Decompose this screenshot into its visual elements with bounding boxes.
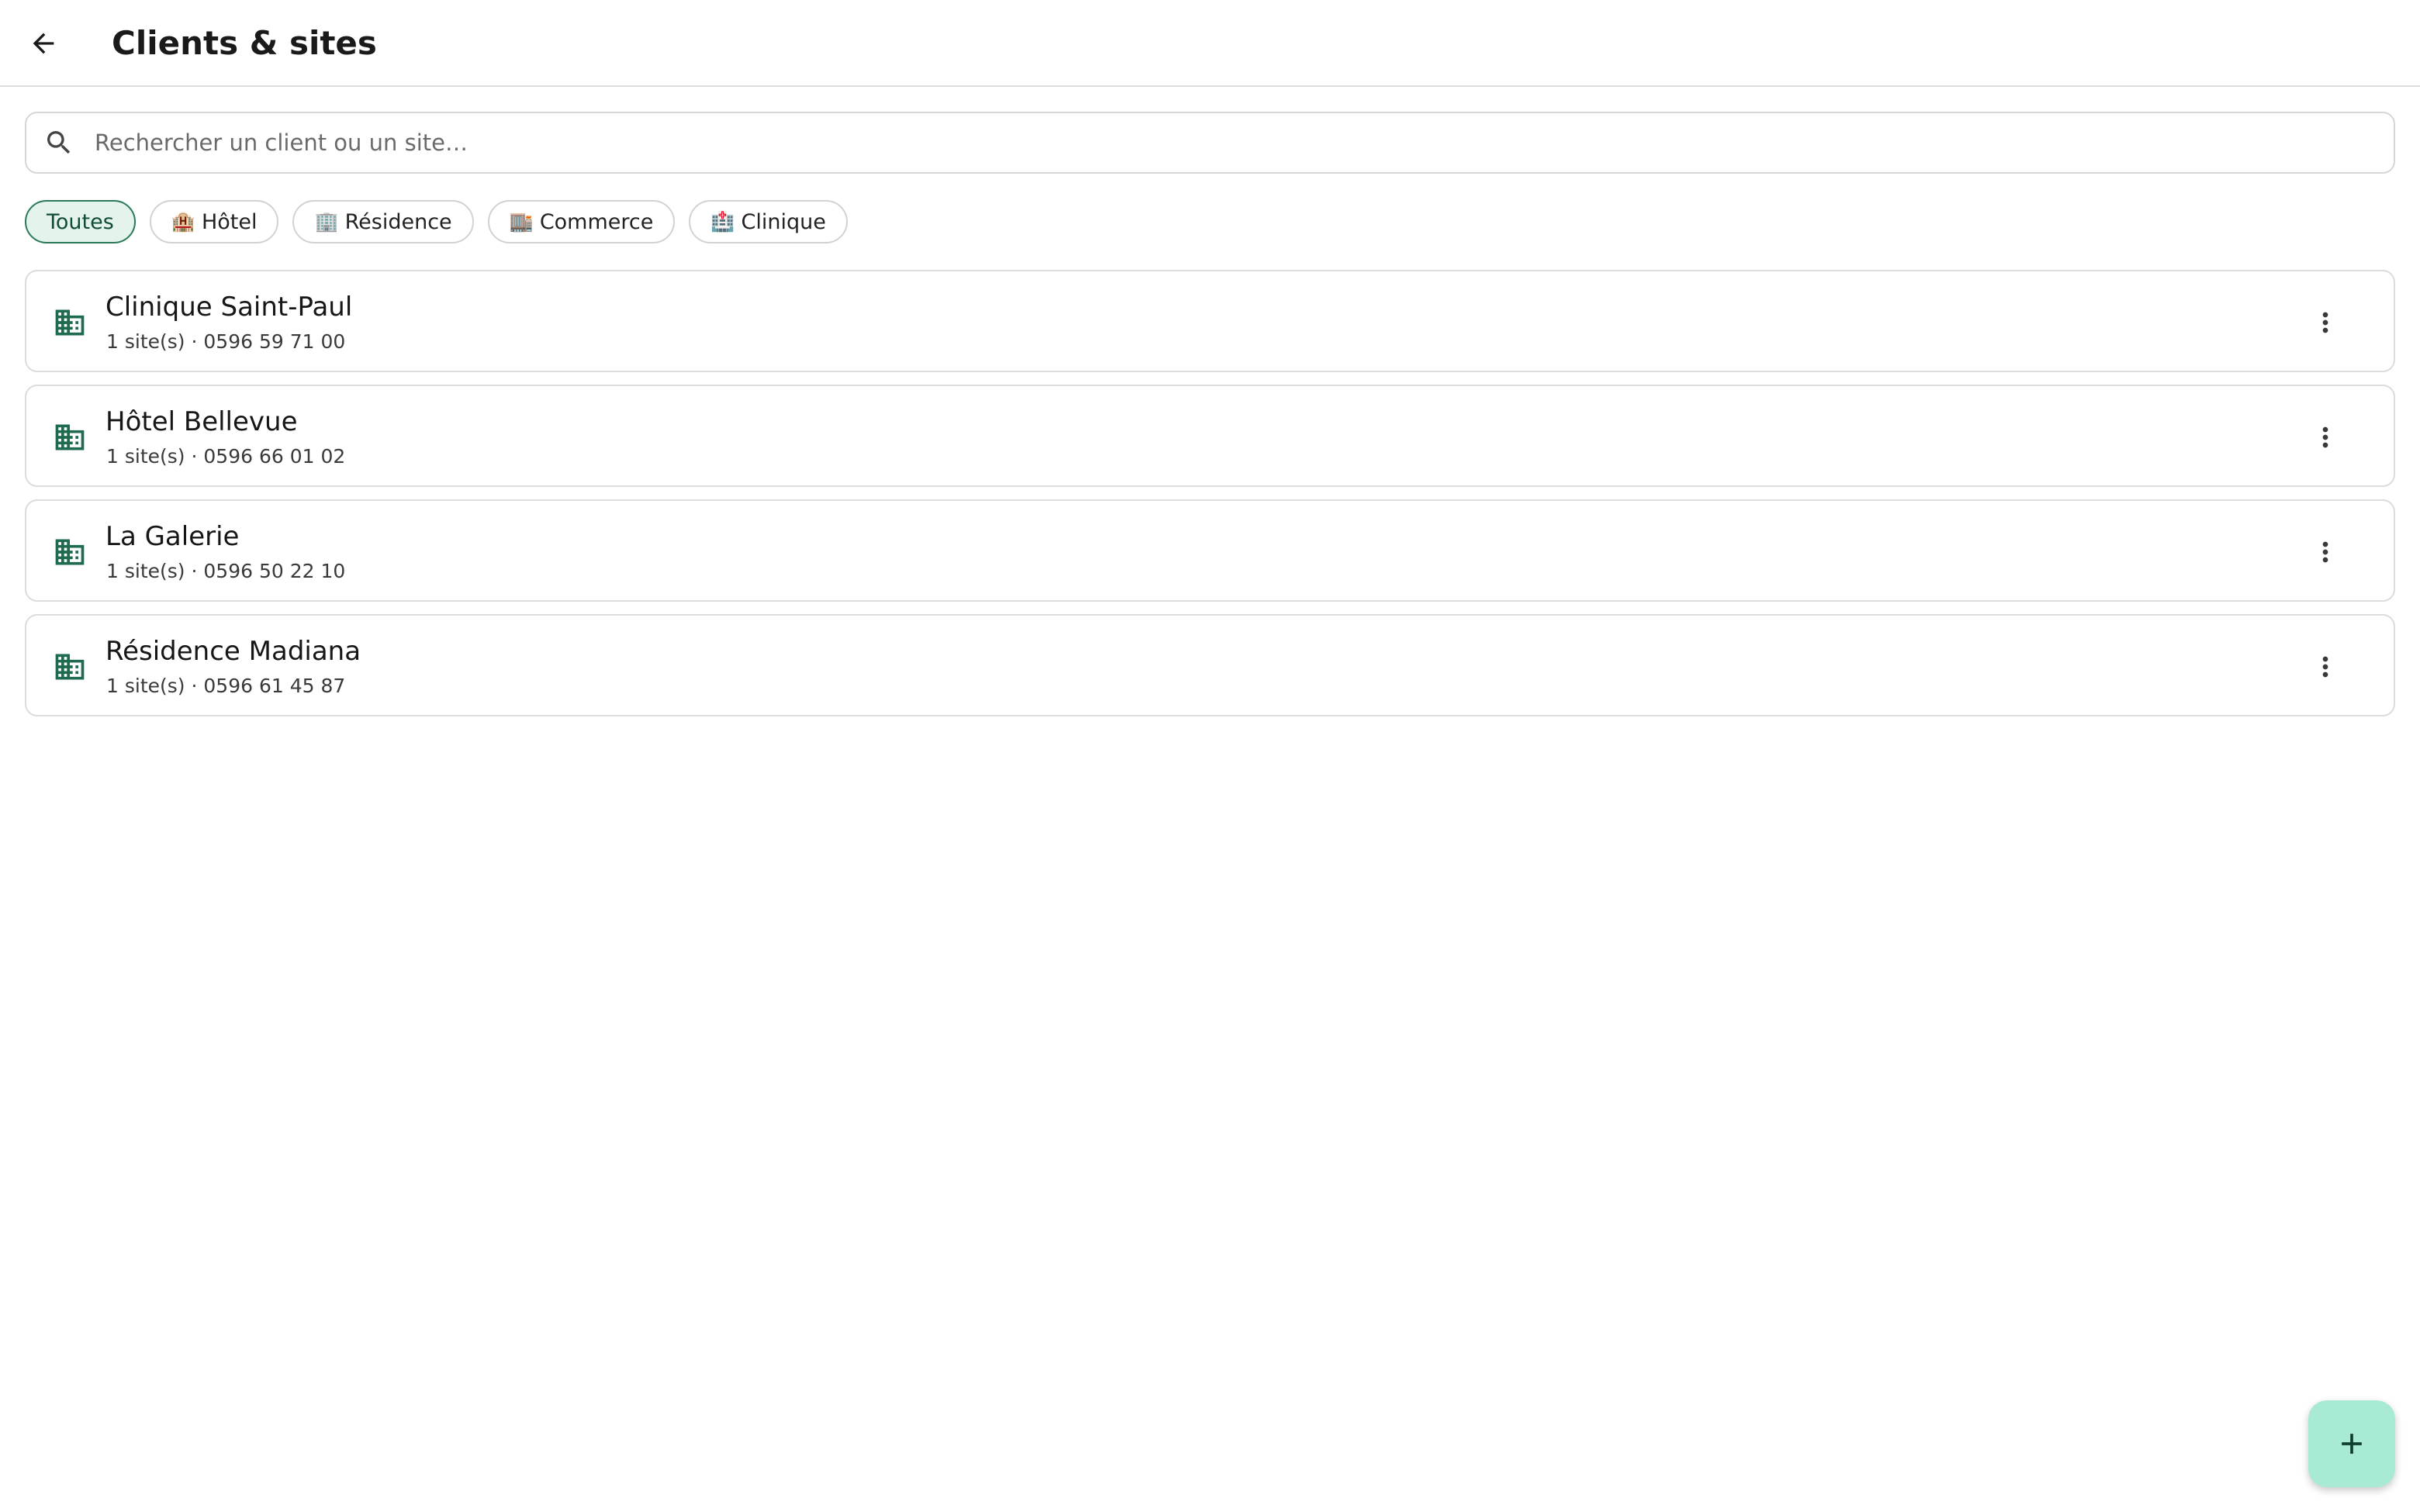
more-vert-icon (2322, 426, 2328, 448)
more-options-button[interactable] (2301, 413, 2350, 462)
business-building-icon (55, 654, 85, 680)
filter-chip-clinique[interactable]: 🏥 Clinique (689, 200, 848, 243)
search-input[interactable] (93, 121, 2373, 164)
filter-chip-hotel[interactable]: 🏨 Hôtel (149, 200, 279, 243)
search-icon (47, 131, 71, 154)
client-meta: 1 site(s) · 0596 66 01 02 (106, 445, 346, 468)
client-meta: 1 site(s) · 0596 61 45 87 (106, 675, 346, 697)
client-list: Clinique Saint-Paul 1 site(s) · 0596 59 … (25, 270, 2395, 729)
client-meta: 1 site(s) · 0596 50 22 10 (106, 560, 346, 582)
client-card[interactable]: La Galerie 1 site(s) · 0596 50 22 10 (25, 499, 2395, 602)
client-card[interactable]: Résidence Madiana 1 site(s) · 0596 61 45… (25, 614, 2395, 716)
add-client-button[interactable] (2308, 1400, 2395, 1487)
more-options-button[interactable] (2301, 642, 2350, 692)
client-name: Résidence Madiana (105, 636, 361, 667)
more-vert-icon (2322, 312, 2328, 333)
department-store-icon: 🏬 (509, 210, 534, 233)
search-box[interactable] (25, 112, 2395, 174)
client-card[interactable]: Clinique Saint-Paul 1 site(s) · 0596 59 … (25, 270, 2395, 372)
client-meta: 1 site(s) · 0596 59 71 00 (106, 330, 346, 353)
more-vert-icon (2322, 541, 2328, 563)
filter-chips: Toutes 🏨 Hôtel 🏢 Résidence 🏬 Commerce 🏥 … (25, 200, 848, 243)
hospital-icon: 🏥 (710, 210, 735, 233)
client-card[interactable]: Hôtel Bellevue 1 site(s) · 0596 66 01 02 (25, 385, 2395, 487)
business-building-icon (55, 424, 85, 450)
client-name: Hôtel Bellevue (105, 406, 298, 437)
office-building-icon: 🏢 (314, 210, 339, 233)
filter-chip-label: Commerce (539, 209, 654, 234)
filter-chip-commerce[interactable]: 🏬 Commerce (487, 200, 676, 243)
app-bar: Clients & sites (0, 0, 2420, 87)
filter-chip-label: Hôtel (201, 209, 258, 234)
add-icon (2342, 1434, 2362, 1454)
business-building-icon (55, 539, 85, 565)
page-title: Clients & sites (112, 24, 377, 62)
filter-chip-toutes[interactable]: Toutes (25, 200, 136, 243)
more-vert-icon (2322, 656, 2328, 678)
filter-chip-label: Toutes (47, 209, 114, 234)
filter-chip-label: Résidence (344, 209, 452, 234)
client-name: La Galerie (105, 521, 240, 552)
client-name: Clinique Saint-Paul (105, 292, 353, 323)
filter-chip-residence[interactable]: 🏢 Résidence (292, 200, 474, 243)
business-building-icon (55, 309, 85, 336)
more-options-button[interactable] (2301, 527, 2350, 577)
arrow-back-icon (33, 33, 54, 54)
back-button[interactable] (19, 19, 68, 68)
more-options-button[interactable] (2301, 298, 2350, 347)
filter-chip-label: Clinique (741, 209, 826, 234)
hotel-icon: 🏨 (171, 210, 195, 233)
